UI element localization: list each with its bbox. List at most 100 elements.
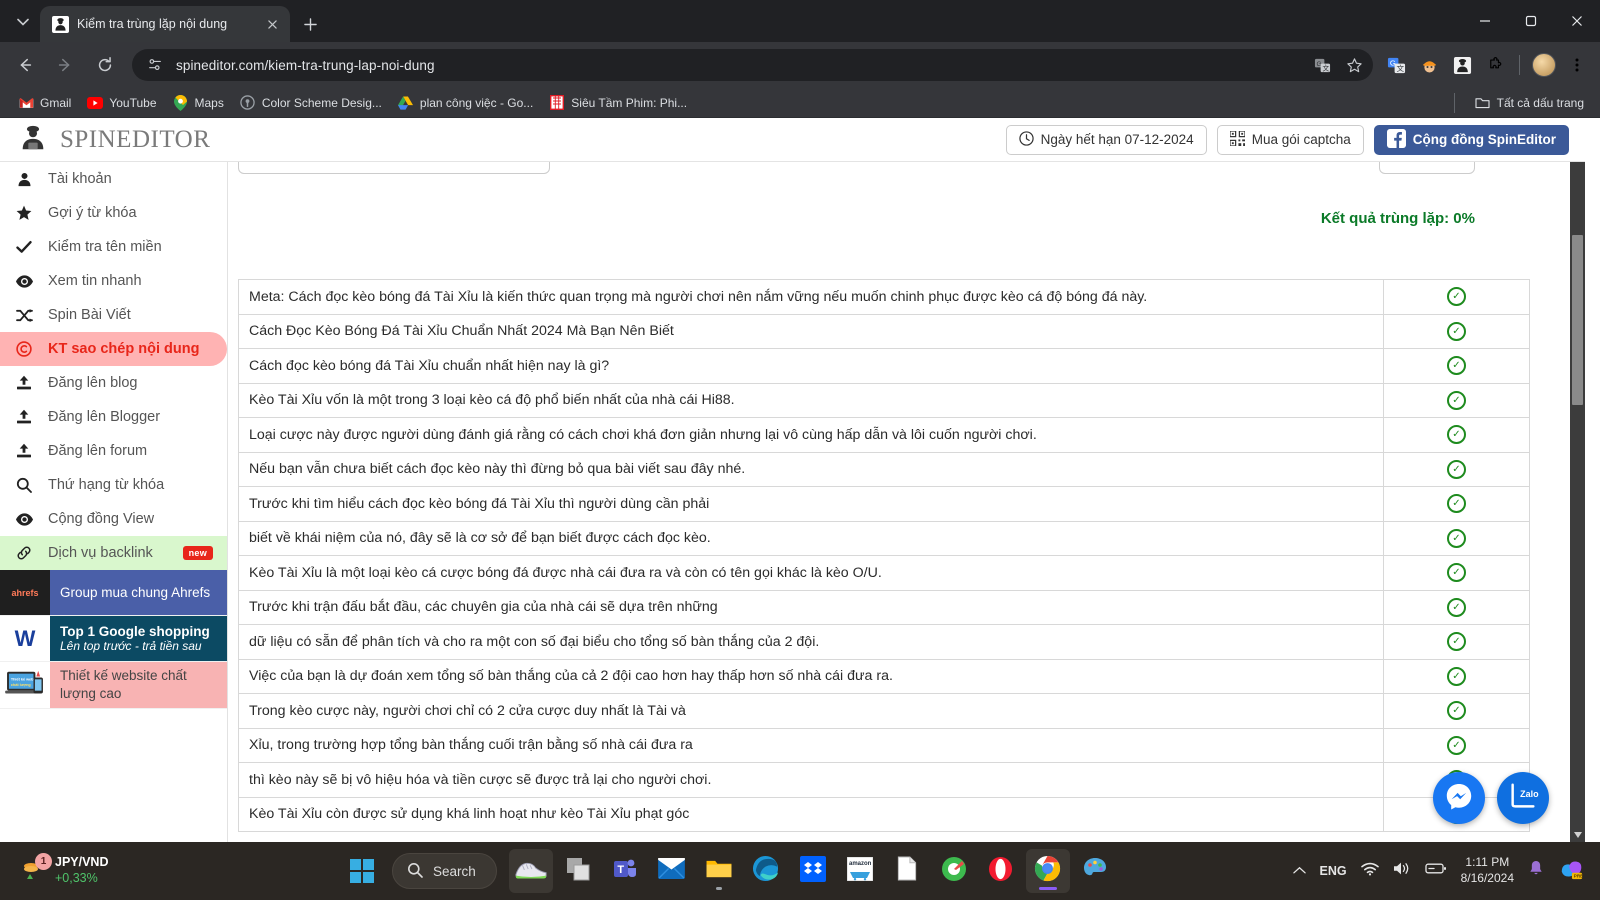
sidebar-item-kt-sao-chep-noi-dung[interactable]: KT sao chép nội dung [0, 332, 227, 366]
sidebar-item-xem-tin-nhanh[interactable]: Xem tin nhanh [0, 264, 227, 298]
minimize-button[interactable] [1462, 0, 1508, 42]
copilot-icon[interactable]: PRE [1558, 857, 1584, 886]
ad-website-design[interactable]: Thiết kế web chất lượng Thiết kế website… [0, 662, 227, 710]
keyword-input[interactable] [238, 162, 550, 174]
table-row[interactable]: Kèo Tài Xỉu còn được sử dụng khá linh ho… [238, 796, 1530, 832]
sidebar-item-cong-dong-view[interactable]: Cộng đồng View [0, 502, 227, 536]
table-row[interactable]: Trước khi tìm hiểu cách đọc kèo bóng đá … [238, 486, 1530, 522]
browser-tab[interactable]: Kiểm tra trùng lặp nội dung [40, 6, 290, 42]
taskbar-widget[interactable]: 1 JPY/VND +0,33% [0, 853, 340, 886]
taskbar-app-paint[interactable] [1073, 849, 1117, 893]
table-row[interactable]: Trong kèo cược này, người chơi chỉ có 2 … [238, 693, 1530, 729]
taskbar-app-amazon[interactable]: amazon [838, 849, 882, 893]
tab-search-button[interactable] [8, 7, 38, 37]
brand[interactable]: SPINEDITOR [18, 122, 210, 157]
taskbar-app-teams[interactable]: T [603, 849, 647, 893]
amazon-icon: amazon [846, 856, 874, 886]
check-button[interactable] [1379, 162, 1475, 174]
page-scrollbar[interactable] [1570, 118, 1585, 842]
wifi-icon[interactable] [1360, 862, 1379, 881]
scroll-down-arrow-icon[interactable] [1570, 827, 1585, 842]
table-row[interactable]: biết về khái niệm của nó, đây sẽ là cơ s… [238, 520, 1530, 556]
back-icon[interactable] [10, 50, 40, 80]
battery-icon[interactable] [1424, 862, 1447, 880]
taskbar-search[interactable]: Search [392, 853, 497, 889]
site-settings-icon[interactable] [144, 54, 166, 76]
taskbar-app-opera[interactable] [979, 849, 1023, 893]
volume-icon[interactable] [1393, 861, 1411, 881]
chrome-menu-icon[interactable] [1562, 50, 1592, 80]
maximize-button[interactable] [1508, 0, 1554, 42]
table-row[interactable]: dữ liệu có sẵn để phân tích và cho ra mộ… [238, 624, 1530, 660]
table-row[interactable]: Cách đọc kèo bóng đá Tài Xỉu chuẩn nhất … [238, 348, 1530, 384]
table-row[interactable]: Loại cược này được người dùng đánh giá r… [238, 417, 1530, 453]
expiry-date-button[interactable]: Ngày hết hạn 07-12-2024 [1005, 124, 1207, 155]
bookmark-color-scheme[interactable]: Color Scheme Desig... [232, 92, 390, 114]
taskbar-app-file-explorer[interactable] [697, 849, 741, 893]
all-bookmarks-button[interactable]: Tất cả dấu trang [1467, 92, 1592, 114]
zalo-chat-button[interactable]: Zalo [1497, 772, 1549, 824]
spineditor-extension-icon[interactable] [1447, 50, 1477, 80]
taskbar-app-chrome[interactable] [1025, 849, 1070, 893]
buy-captcha-button[interactable]: Mua gói captcha [1216, 124, 1364, 155]
table-row[interactable]: Cách Đọc Kèo Bóng Đá Tài Xỉu Chuẩn Nhất … [238, 313, 1530, 349]
sidebar-item-thu-hang-tu-khoa[interactable]: Thứ hạng từ khóa [0, 468, 227, 502]
google-translate-extension-icon[interactable]: G 文 [1381, 50, 1411, 80]
sidebar-item-kiem-tra-ten-mien[interactable]: Kiểm tra tên miền [0, 230, 227, 264]
edge-icon [752, 855, 779, 887]
start-button[interactable] [340, 849, 384, 893]
tab-close-icon[interactable] [262, 14, 282, 34]
ad-google-shopping[interactable]: W Top 1 Google shopping Lên top trước - … [0, 616, 227, 662]
table-row[interactable]: Nếu bạn vẫn chưa biết cách đọc kèo này t… [238, 451, 1530, 487]
bookmark-plan-cong-viec[interactable]: plan công việc - Go... [390, 92, 541, 114]
taskbar-app-windows-copy[interactable] [556, 849, 600, 893]
url-text[interactable]: spineditor.com/kiem-tra-trung-lap-noi-du… [176, 58, 1301, 73]
bookmark-star-icon[interactable] [1343, 54, 1365, 76]
facebook-community-button[interactable]: Cộng đồng SpinEditor [1373, 124, 1569, 155]
forward-icon[interactable] [50, 50, 80, 80]
sidebar-item-tai-khoan[interactable]: Tài khoản [0, 162, 227, 196]
svg-text:Thiết kế web: Thiết kế web [11, 677, 34, 681]
sidebar-item-dang-len-forum[interactable]: Đăng lên forum [0, 434, 227, 468]
close-button[interactable] [1554, 0, 1600, 42]
show-hidden-icons-chevron[interactable] [1292, 862, 1306, 880]
table-row[interactable]: Meta: Cách đọc kèo bóng đá Tài Xỉu là ki… [238, 279, 1530, 315]
taskbar-app-tool[interactable] [932, 849, 976, 893]
bell-icon[interactable] [1528, 860, 1544, 882]
svg-text:amazon: amazon [849, 861, 872, 867]
table-row[interactable]: thì kèo này sẽ bị vô hiệu hóa và tiền cư… [238, 762, 1530, 798]
extensions-puzzle-icon[interactable] [1480, 50, 1510, 80]
address-bar[interactable]: spineditor.com/kiem-tra-trung-lap-noi-du… [132, 49, 1373, 81]
scrollbar-thumb[interactable] [1572, 235, 1583, 405]
table-row[interactable]: Kèo Tài Xỉu vốn là một trong 3 loại kèo … [238, 382, 1530, 418]
table-row[interactable]: Việc của bạn là dự đoán xem tổng số bàn … [238, 658, 1530, 694]
taskbar-app-notepad[interactable] [885, 849, 929, 893]
bookmark-gmail[interactable]: Gmail [10, 92, 79, 114]
sidebar-item-dang-len-blogger[interactable]: Đăng lên Blogger [0, 400, 227, 434]
sidebar-item-spin-bai-viet[interactable]: Spin Bài Viết [0, 298, 227, 332]
bookmark-youtube[interactable]: YouTube [79, 92, 164, 114]
sidebar-item-dang-len-blog[interactable]: Đăng lên blog [0, 366, 227, 400]
table-row[interactable]: Trước khi trận đấu bắt đầu, các chuyên g… [238, 589, 1530, 625]
sidebar-item-label: Gợi ý từ khóa [48, 205, 137, 221]
reload-icon[interactable] [90, 50, 120, 80]
taskbar-app-mail[interactable] [650, 849, 694, 893]
table-row[interactable]: Kèo Tài Xỉu là một loại kèo cá cược bóng… [238, 555, 1530, 591]
language-indicator[interactable]: ENG [1320, 864, 1347, 878]
bookmark-sieu-tam-phim[interactable]: Siêu Tầm Phim: Phi... [541, 92, 695, 114]
taskbar-app-shoe[interactable] [508, 849, 553, 893]
sidebar-item-dich-vu-backlink[interactable]: Dịch vụ backlink new [0, 536, 227, 570]
row-status: ✓ [1383, 693, 1530, 729]
worker-extension-icon[interactable] [1414, 50, 1444, 80]
translate-icon[interactable]: G 文 [1311, 54, 1333, 76]
bookmark-maps[interactable]: Maps [165, 92, 232, 114]
clock[interactable]: 1:11 PM 8/16/2024 [1461, 855, 1514, 886]
new-tab-button[interactable] [296, 10, 324, 38]
profile-avatar[interactable] [1529, 50, 1559, 80]
sidebar-item-goi-y-tu-khoa[interactable]: Gợi ý từ khóa [0, 196, 227, 230]
messenger-chat-button[interactable] [1433, 772, 1485, 824]
ad-ahrefs[interactable]: ahrefs Group mua chung Ahrefs [0, 570, 227, 616]
taskbar-app-dropbox[interactable] [791, 849, 835, 893]
taskbar-app-edge[interactable] [744, 849, 788, 893]
table-row[interactable]: Xỉu, trong trường hợp tổng bàn thắng cuố… [238, 727, 1530, 763]
